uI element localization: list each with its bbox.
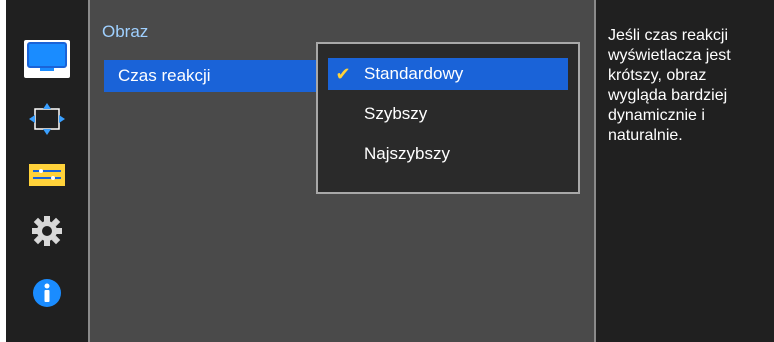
option-standard[interactable]: ✔ Standardowy <box>328 58 568 90</box>
option-label: Szybszy <box>364 104 428 123</box>
move-arrows-icon <box>27 102 67 141</box>
rail-item-settings-menu[interactable] <box>24 158 70 196</box>
help-text: Jeśli czas reakcji wyświetlacza jest kró… <box>608 27 731 144</box>
rail-item-picture[interactable] <box>24 40 70 78</box>
rail-item-system[interactable] <box>24 214 70 252</box>
rail-item-position[interactable] <box>24 102 70 140</box>
menu-item-response-time[interactable]: Czas reakcji <box>104 60 324 92</box>
menu-settings-icon <box>27 160 67 195</box>
info-icon <box>30 276 64 315</box>
monitor-icon <box>27 41 67 78</box>
option-label: Najszybszy <box>364 144 450 163</box>
option-fastest[interactable]: Najszybszy <box>328 138 568 170</box>
icon-rail <box>6 0 88 342</box>
check-icon: ✔ <box>335 63 351 84</box>
option-label: Standardowy <box>364 64 464 83</box>
rail-item-info[interactable] <box>24 276 70 314</box>
gear-icon <box>30 214 64 253</box>
help-pane: Jeśli czas reakcji wyświetlacza jest kró… <box>596 0 774 342</box>
option-faster[interactable]: Szybszy <box>328 98 568 130</box>
panel-title: Obraz <box>102 22 149 41</box>
response-time-dropdown: ✔ Standardowy Szybszy Najszybszy <box>316 42 580 194</box>
menu-item-label: Czas reakcji <box>118 66 211 85</box>
